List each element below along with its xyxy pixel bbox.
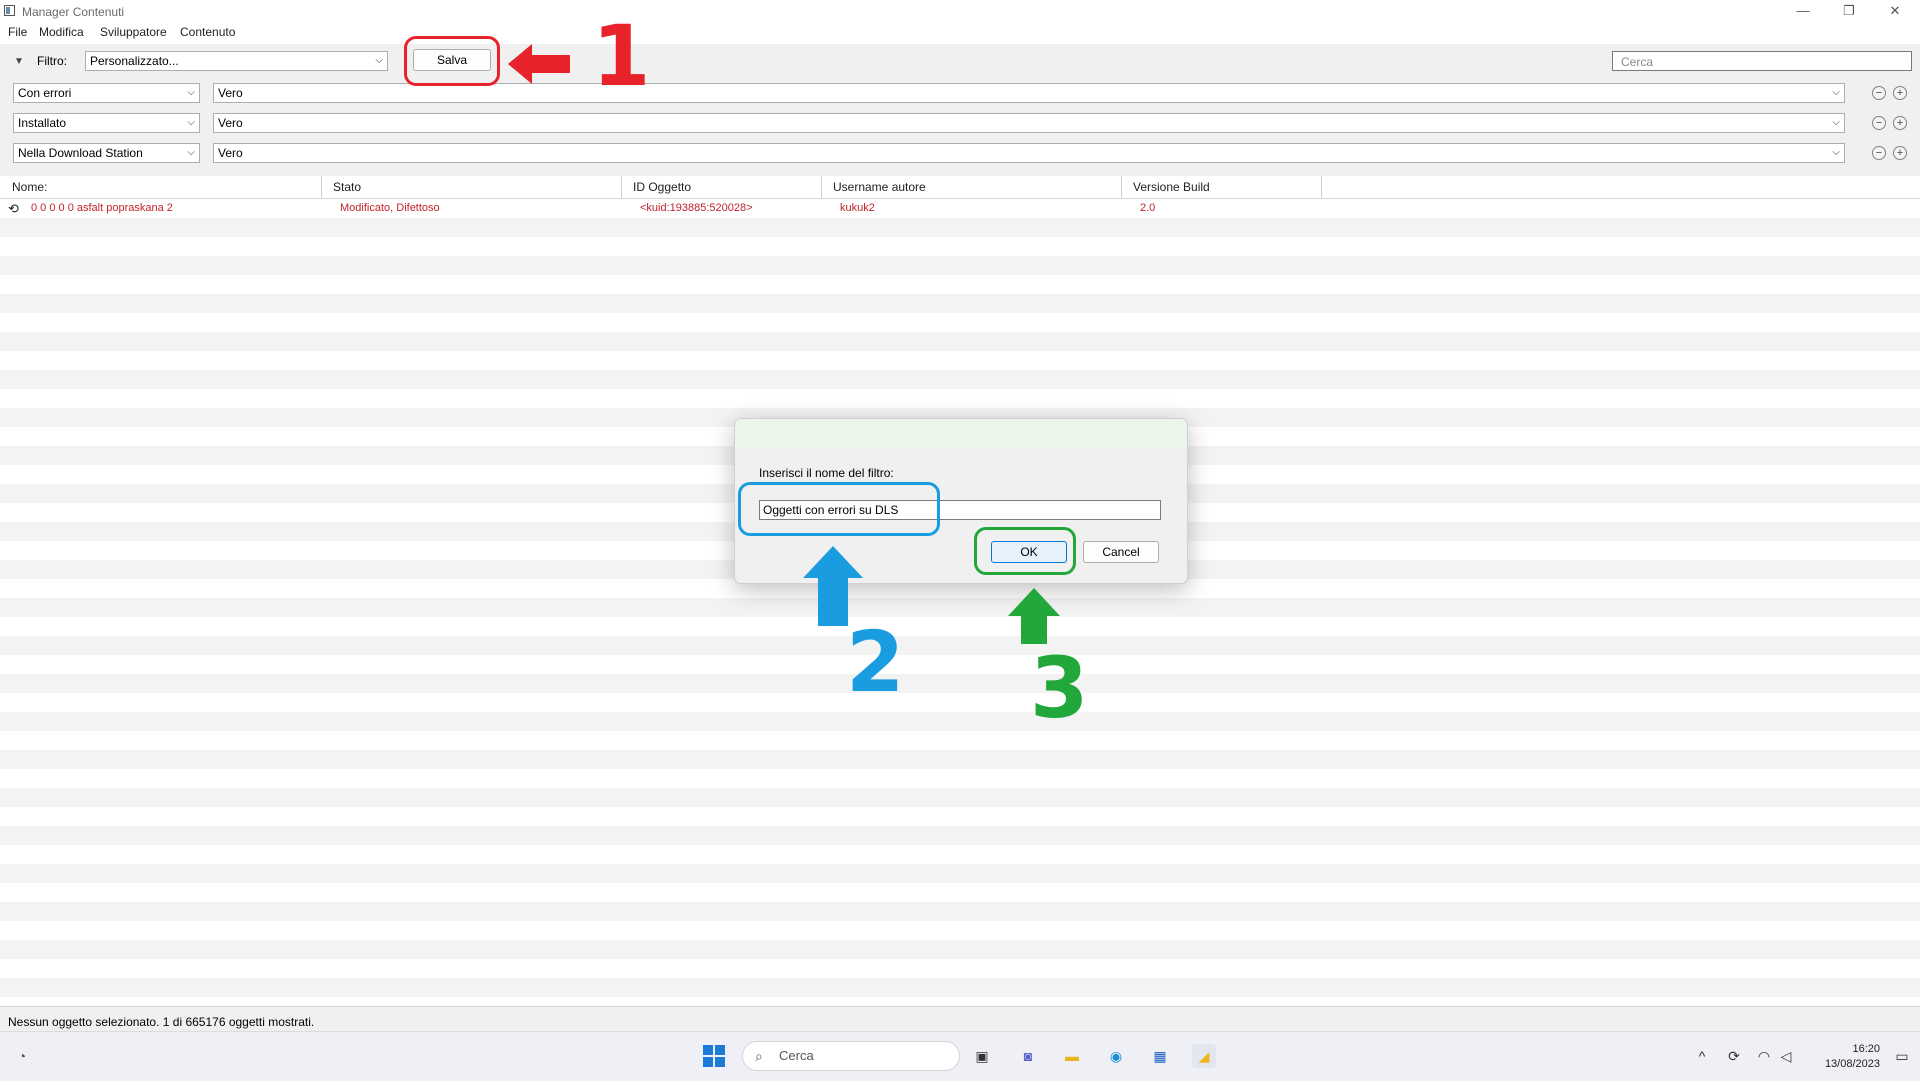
menu-file[interactable]: File	[8, 25, 27, 39]
filter-preset-select[interactable]: Personalizzato... ⌵	[85, 51, 388, 71]
filter-field-value: Con errori	[18, 86, 72, 100]
content-table[interactable]: ⟲ 0 0 0 0 0 asfalt popraskana 2 Modifica…	[0, 199, 1920, 1006]
tray-chevron-up-icon[interactable]: ^	[1690, 1044, 1714, 1068]
taskbar-search-label: Cerca	[779, 1048, 814, 1063]
column-build[interactable]: Versione Build	[1133, 180, 1210, 194]
edge-icon[interactable]: ◉	[1104, 1044, 1128, 1068]
annotation-step-2: 2	[846, 613, 905, 711]
cell-author: kukuk2	[840, 202, 875, 214]
annotation-step-3: 3	[1030, 639, 1089, 737]
widgets-icon[interactable]: ◔	[10, 1044, 34, 1068]
restore-button[interactable]: ❐	[1826, 0, 1872, 22]
annotation-box-ok	[974, 527, 1076, 575]
filter-value-select-3[interactable]: Vero ⌵	[213, 143, 1845, 163]
chevron-down-icon: ⌵	[187, 147, 195, 158]
chevron-down-icon: ⌵	[1832, 147, 1840, 158]
remove-condition-icon[interactable]: −	[1872, 116, 1886, 130]
remove-condition-icon[interactable]: −	[1872, 86, 1886, 100]
filter-collapse-icon[interactable]: ▼	[14, 56, 24, 67]
column-divider[interactable]	[321, 176, 322, 198]
filter-field-value: Nella Download Station	[18, 146, 143, 160]
chevron-down-icon: ⌵	[375, 55, 383, 66]
taskbar-search[interactable]: ⌕ Cerca	[742, 1041, 960, 1071]
column-divider[interactable]	[621, 176, 622, 198]
modified-asset-icon: ⟲	[8, 201, 19, 216]
file-explorer-icon[interactable]: ▬	[1060, 1044, 1084, 1068]
cancel-button[interactable]: Cancel	[1083, 541, 1159, 563]
menu-sviluppatore[interactable]: Sviluppatore	[100, 25, 167, 39]
chevron-down-icon: ⌵	[187, 117, 195, 128]
add-condition-icon[interactable]: +	[1893, 146, 1907, 160]
annotation-arrow-up-icon	[1008, 588, 1060, 644]
app-active-icon[interactable]: ◢	[1192, 1044, 1216, 1068]
table-row[interactable]: ⟲ 0 0 0 0 0 asfalt popraskana 2 Modifica…	[0, 199, 1920, 218]
sync-icon[interactable]: ⟳	[1722, 1044, 1746, 1068]
store-icon[interactable]: ▦	[1148, 1044, 1172, 1068]
window-title: Manager Contenuti	[22, 5, 125, 19]
search-icon: ⌕	[755, 1048, 763, 1064]
filter-preset-value: Personalizzato...	[90, 54, 179, 68]
column-divider[interactable]	[1321, 176, 1322, 198]
status-text: Nessun oggetto selezionato. 1 di 665176 …	[8, 1015, 315, 1029]
add-condition-icon[interactable]: +	[1893, 116, 1907, 130]
filter-field-select-2[interactable]: Installato ⌵	[13, 113, 200, 133]
clock-time[interactable]: 16:20	[1792, 1043, 1880, 1055]
chat-icon[interactable]: ◙	[1016, 1044, 1040, 1068]
wifi-icon[interactable]: ◠	[1752, 1044, 1776, 1068]
close-button[interactable]: ✕	[1872, 0, 1918, 22]
status-bar: Nessun oggetto selezionato. 1 di 665176 …	[0, 1006, 1920, 1032]
minimize-button[interactable]: —	[1780, 0, 1826, 22]
clock-date[interactable]: 13/08/2023	[1792, 1058, 1880, 1070]
dialog-prompt: Inserisci il nome del filtro:	[759, 466, 894, 480]
title-bar: Manager Contenuti — ❐ ✕	[0, 0, 1920, 22]
start-icon[interactable]	[702, 1044, 726, 1068]
column-status[interactable]: Stato	[333, 180, 361, 194]
add-condition-icon[interactable]: +	[1893, 86, 1907, 100]
menu-contenuto[interactable]: Contenuto	[180, 25, 235, 39]
taskbar: ◔ ⌕ Cerca ▣ ◙ ▬ ◉ ▦ ◢ ^ ⟳ ◠ ◁ 16:20 13/0…	[0, 1031, 1920, 1081]
filter-value-text: Vero	[218, 146, 243, 160]
column-name[interactable]: Nome:	[12, 180, 47, 194]
chevron-down-icon: ⌵	[1832, 117, 1840, 128]
notification-icon[interactable]: ▭	[1890, 1044, 1914, 1068]
filter-value-select-2[interactable]: Vero ⌵	[213, 113, 1845, 133]
annotation-box-save	[404, 36, 500, 86]
menu-bar: File Modifica Sviluppatore Contenuto	[0, 23, 1920, 41]
cell-id: <kuid:193885:520028>	[640, 202, 753, 214]
chevron-down-icon: ⌵	[187, 87, 195, 98]
remove-condition-icon[interactable]: −	[1872, 146, 1886, 160]
filter-label: Filtro:	[37, 54, 67, 68]
menu-modifica[interactable]: Modifica	[39, 25, 84, 39]
column-divider[interactable]	[1121, 176, 1122, 198]
column-divider[interactable]	[821, 176, 822, 198]
filter-value-select-1[interactable]: Vero ⌵	[213, 83, 1845, 103]
column-id[interactable]: ID Oggetto	[633, 180, 691, 194]
filter-value-text: Vero	[218, 86, 243, 100]
app-icon	[4, 5, 15, 16]
task-view-icon[interactable]: ▣	[970, 1044, 994, 1068]
search-input[interactable]: Cerca	[1612, 51, 1912, 71]
cell-status: Modificato, Difettoso	[340, 202, 440, 214]
chevron-down-icon: ⌵	[1832, 87, 1840, 98]
cell-name: 0 0 0 0 0 asfalt popraskana 2	[31, 202, 173, 214]
filter-field-select-1[interactable]: Con errori ⌵	[13, 83, 200, 103]
column-author[interactable]: Username autore	[833, 180, 926, 194]
filter-value-text: Vero	[218, 116, 243, 130]
table-header: Nome: Stato ID Oggetto Username autore V…	[0, 176, 1920, 199]
filter-field-value: Installato	[18, 116, 67, 130]
cell-build: 2.0	[1140, 202, 1156, 214]
annotation-arrow-left-icon	[508, 44, 570, 84]
annotation-box-input	[738, 482, 940, 536]
dialog-title-bar[interactable]	[735, 419, 1187, 449]
filter-field-select-3[interactable]: Nella Download Station ⌵	[13, 143, 200, 163]
annotation-step-1: 1	[592, 7, 651, 105]
